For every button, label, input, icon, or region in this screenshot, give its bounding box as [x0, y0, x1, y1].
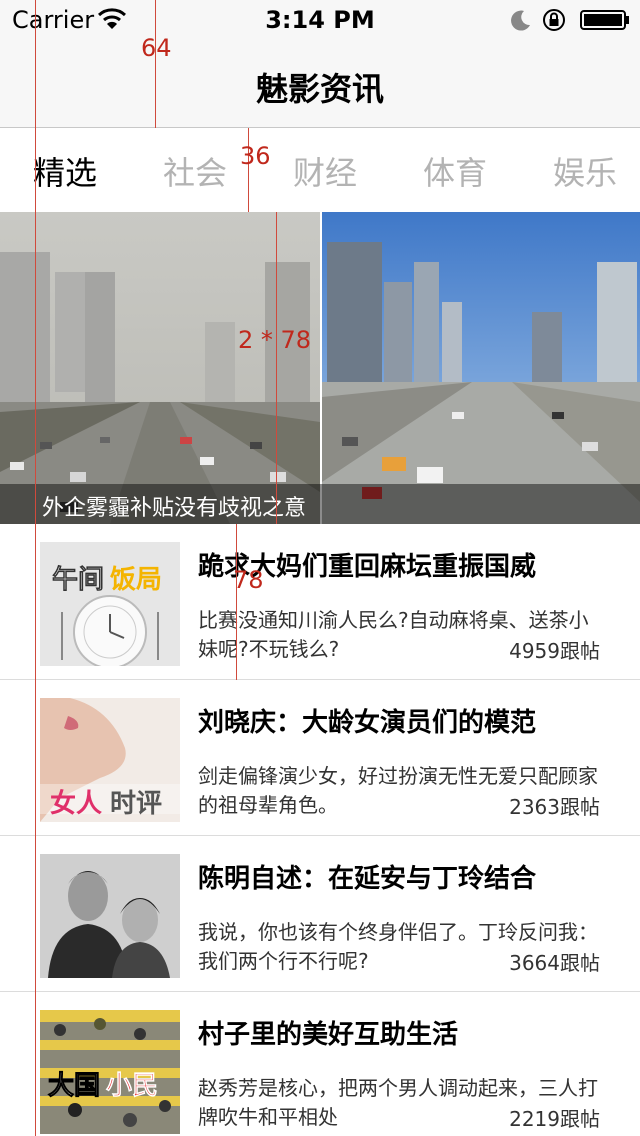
news-item[interactable]: 大国 小民 村子里的美好互助生活 赵秀芳是核心，把两个男人调动起来，三人打牌吹牛…	[0, 992, 640, 1136]
annotation-hero-height: 2 * 78	[238, 326, 312, 354]
reply-count: 4959跟帖	[507, 635, 600, 664]
annotation-row-height: 78	[233, 566, 264, 594]
hero-caption: 外企雾霾补贴没有歧视之意	[42, 496, 307, 521]
reply-count: 2219跟帖	[507, 1103, 600, 1132]
guide-line	[155, 0, 156, 128]
news-title: 陈明自述：在延安与丁玲结合	[198, 864, 537, 894]
hero-image-smog	[0, 212, 320, 524]
rotation-lock-icon	[543, 9, 565, 31]
thumb-text-2: 小民	[106, 1070, 158, 1100]
navigation-bar: 魅影资讯	[0, 40, 640, 128]
page-title: 魅影资讯	[255, 70, 384, 108]
category-tabs: 精选 社会 财经 体育 娱乐	[0, 128, 640, 212]
annotation-nav-height: 64	[141, 34, 172, 62]
thumb-text-2: 时评	[110, 788, 162, 818]
news-title: 村子里的美好互助生活	[198, 1020, 459, 1050]
news-item[interactable]: 午间 饭局 跪求大妈们重回麻坛重振国威 比赛没通知川渝人民么?自动麻将桌、送茶小…	[0, 524, 640, 680]
battery-icon	[580, 10, 629, 30]
reply-count: 3664跟帖	[507, 947, 600, 976]
hero-banner[interactable]: 外企雾霾补贴没有歧视之意	[0, 212, 640, 524]
hero-image-clear	[322, 212, 640, 524]
thumb-text-1: 女人	[50, 788, 102, 818]
news-item[interactable]: 陈明自述：在延安与丁玲结合 我说，你也该有个终身伴侣了。丁玲反问我：我们两个行不…	[0, 836, 640, 992]
news-item[interactable]: 女人 时评 刘晓庆：大龄女演员们的模范 剑走偏锋演少女，好过扮演无性无爱只配顾家…	[0, 680, 640, 836]
guide-line	[248, 128, 249, 212]
tab-featured[interactable]: 精选	[33, 148, 97, 194]
news-thumbnail-lunch: 午间 饭局	[40, 542, 180, 666]
guide-line	[276, 212, 277, 524]
thumb-text-1: 大国	[48, 1070, 100, 1100]
status-bar: Carrier 3:14 PM	[0, 0, 640, 40]
thumb-text-1: 午间	[52, 564, 104, 594]
tab-sports[interactable]: 体育	[423, 148, 487, 194]
news-thumbnail-crowd: 大国 小民	[40, 1010, 180, 1134]
tab-society[interactable]: 社会	[163, 148, 227, 194]
tab-finance[interactable]: 财经	[293, 148, 357, 194]
guide-line	[35, 0, 36, 1136]
hero-caption-bar: 外企雾霾补贴没有歧视之意	[0, 484, 640, 524]
reply-count: 2363跟帖	[507, 791, 600, 820]
tab-entertainment[interactable]: 娱乐	[553, 148, 617, 194]
news-title: 刘晓庆：大龄女演员们的模范	[198, 708, 537, 738]
guide-line	[236, 524, 237, 680]
news-thumbnail-women: 女人 时评	[40, 698, 180, 822]
thumb-text-2: 饭局	[110, 564, 162, 594]
news-thumbnail-portrait	[40, 854, 180, 978]
moon-icon	[511, 10, 530, 31]
annotation-tab-height: 36	[240, 142, 271, 170]
